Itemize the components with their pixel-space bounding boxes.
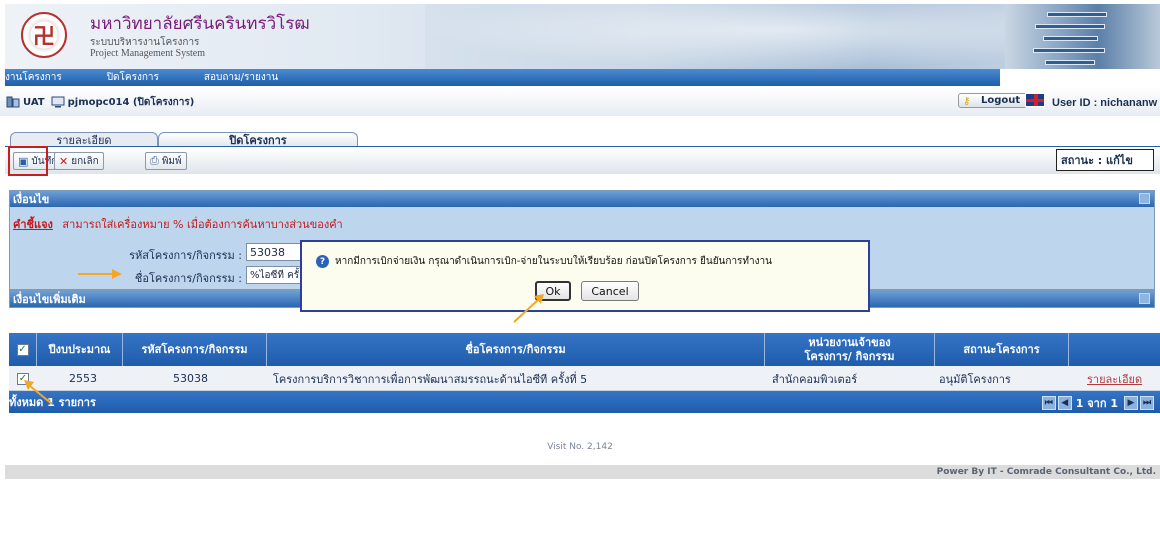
main-menu: งานโครงการ ปิดโครงการ สอบถาม/รายงาน [5,69,1000,86]
print-button[interactable]: ⎙ พิมพ์ [145,152,187,170]
cell-owner: สำนักคอมพิวเตอร์ [772,372,858,386]
menu-item-reports[interactable]: สอบถาม/รายงาน [204,70,278,85]
more-conditions-title: เงื่อนไขเพิ่มเติม [13,293,86,306]
question-icon: ? [316,255,329,268]
hint-key: คำชี้แจง [13,218,53,231]
cell-name: โครงการบริการวิชาการเพื่อการพัฒนาสมรรถนะ… [273,372,588,386]
cell-code: 53038 [173,372,208,385]
save-highlight-annotation [8,146,48,176]
search-hint: คำชี้แจง สามารถใส่เครื่องหมาย % เมื่อต้อ… [13,215,343,233]
environment-label: UAT [23,96,45,108]
file-folders-image [1005,4,1160,69]
pager: ⏮ ◀ 1 จาก 1 ▶ ⏭ [1040,394,1154,412]
column-header-owner[interactable]: หน่วยงานเจ้าของโครงการ/ กิจกรรม [765,333,935,366]
key-icon: ⚷ [963,96,971,107]
arrow-annotation-ok-button [513,294,544,323]
logout-label: Logout [981,95,1021,106]
previous-page-icon[interactable]: ◀ [1057,396,1072,410]
university-logo: 卍 [21,12,67,58]
tab-details[interactable]: รายละเอียด [10,132,158,147]
column-header-year[interactable]: ปีงบประมาณ [37,333,123,366]
cell-year: 2553 [69,372,97,385]
page-identifier: pjmopc014 (ปิดโครงการ) [67,96,195,108]
conditions-title: เงื่อนไข [13,193,50,206]
cancel-label: ยกเลิก [71,155,99,167]
print-label: พิมพ์ [161,155,182,167]
dialog-message: หากมีการเบิกจ่ายเงิน กรุณาดำเนินการเบิก-… [335,256,772,267]
page-indicator: 1 จาก 1 [1075,397,1118,410]
logo-emblem: 卍 [32,25,55,50]
select-all-checkbox[interactable]: ✓ [16,343,29,356]
menu-item-projects[interactable]: งานโครงการ [5,70,62,85]
menu-item-close-project[interactable]: ปิดโครงการ [107,70,159,85]
column-header-code[interactable]: รหัสโครงการ/กิจกรรม [123,333,267,366]
banner-decoration [425,4,1025,69]
tab-close-project[interactable]: ปิดโครงการ [158,132,358,147]
details-link[interactable]: รายละเอียด [1087,366,1142,391]
column-header-status[interactable]: สถานะโครงการ [935,333,1069,366]
toolbar: ▣ บันทึก ✕ ยกเลิก ⎙ พิมพ์ [5,147,1160,174]
system-name-en: Project Management System [90,48,205,59]
header-banner: 卍 มหาวิทยาลัยศรีนครินทรวิโรฒ ระบบบริหารง… [5,4,1160,69]
collapse-icon[interactable] [1139,193,1150,204]
cancel-button[interactable]: ✕ ยกเลิก [54,152,104,170]
dialog-cancel-button[interactable]: Cancel [581,281,639,301]
conditions-header: เงื่อนไข [10,191,1154,207]
footer-bar: Power By IT - Comrade Consultant Co., Lt… [5,465,1160,479]
visit-counter: Visit No. 2,142 [547,442,613,452]
project-code-input[interactable]: 53038 [246,243,306,261]
printer-icon: ⎙ [150,154,159,167]
column-header-name[interactable]: ชื่อโครงการ/กิจกรรม [267,333,765,366]
expand-icon[interactable] [1139,293,1150,304]
dialog-message-row: ? หากมีการเบิกจ่ายเงิน กรุณาดำเนินการเบิ… [316,254,772,269]
project-code-label: รหัสโครงการ/กิจกรรม : [129,249,242,262]
arrow-annotation-row-checkbox [24,380,53,405]
monitor-icon [51,96,65,108]
first-page-icon[interactable]: ⏮ [1041,396,1056,410]
university-name: มหาวิทยาลัยศรีนครินทรวิโรฒ [90,14,310,34]
grid-footer: ทั้งหมด 1 รายการ ⏮ ◀ 1 จาก 1 ▶ ⏭ [9,391,1160,413]
tab-bar: รายละเอียด ปิดโครงการ [10,132,358,147]
database-icon [6,96,20,108]
last-page-icon[interactable]: ⏭ [1140,396,1154,410]
logout-button[interactable]: ⚷ Logout [958,93,1028,108]
confirm-dialog: ? หากมีการเบิกจ่ายเงิน กรุณาดำเนินการเบิ… [300,240,870,312]
uk-flag-icon[interactable] [1025,93,1045,107]
hint-text: สามารถใส่เครื่องหมาย % เมื่อต้องการค้นหา… [62,218,343,231]
powered-by: Power By IT - Comrade Consultant Co., Lt… [936,467,1156,477]
status-indicator: สถานะ : แก้ไข [1056,149,1154,171]
column-header-action [1069,333,1160,366]
user-id: User ID : nichananw [1052,97,1158,109]
cell-status: อนุมัติโครงการ [939,372,1011,386]
environment-bar: UAT pjmopc014 (ปิดโครงการ) ⚷ Logout User… [0,88,1160,116]
arrow-annotation-name-field [78,269,122,279]
header-select-all: ✓ [9,333,37,366]
next-page-icon[interactable]: ▶ [1124,396,1138,410]
project-name-input[interactable]: %ไอซีที ครั้ง [246,266,306,284]
cross-icon: ✕ [59,154,69,168]
